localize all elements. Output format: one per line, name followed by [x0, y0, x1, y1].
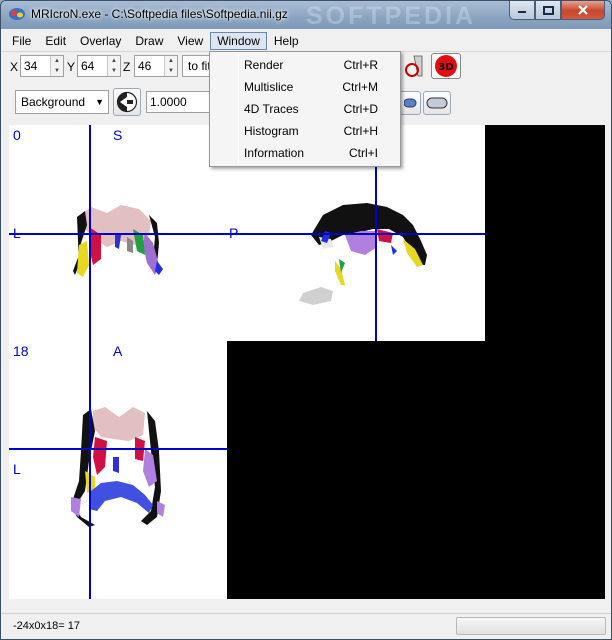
menu-window[interactable]: Window — [210, 32, 267, 50]
close-icon — [578, 5, 588, 15]
app-window: MRIcroN.exe - C:\Softpedia files\Softped… — [0, 0, 612, 640]
crosshair-horizontal — [9, 233, 227, 235]
render-3d-button[interactable]: 3D — [431, 53, 461, 79]
title-bar[interactable]: MRIcroN.exe - C:\Softpedia files\Softped… — [1, 1, 611, 30]
status-progress-bar — [456, 617, 606, 635]
overlay-toggle-button[interactable] — [423, 91, 451, 115]
z-label: Z — [123, 60, 131, 74]
caption-buttons — [509, 1, 605, 21]
up-arrow-icon[interactable]: ▲ — [165, 56, 177, 66]
up-arrow-icon[interactable]: ▲ — [108, 56, 120, 66]
y-coordinate-input[interactable]: 64 ▲ ▼ — [77, 55, 121, 77]
menu-help[interactable]: Help — [267, 32, 306, 50]
down-arrow-icon[interactable]: ▼ — [165, 66, 177, 76]
menu-item-shortcut: Ctrl+I — [348, 146, 378, 160]
crosshair-vertical — [89, 341, 91, 599]
contrast-icon — [116, 91, 138, 113]
crosshair-horizontal — [227, 233, 485, 235]
x-spinner[interactable]: ▲ ▼ — [50, 56, 63, 76]
menu-item-shortcut: Ctrl+H — [343, 124, 378, 138]
colorbar-icon — [403, 98, 416, 108]
menu-draw[interactable]: Draw — [128, 32, 170, 50]
coronal-panel[interactable]: 0 S L — [9, 125, 227, 341]
y-spinner[interactable]: ▲ ▼ — [107, 56, 120, 76]
menu-item-label: Information — [244, 146, 305, 160]
menu-item-render[interactable]: Render Ctrl+R — [210, 54, 400, 76]
image-viewer[interactable]: 0 S L P — [9, 125, 605, 599]
up-arrow-icon[interactable]: ▲ — [51, 56, 63, 66]
pill-icon — [426, 97, 448, 109]
anterior-orientation-label: A — [113, 343, 123, 359]
left-orientation-label: L — [13, 461, 21, 477]
down-arrow-icon[interactable]: ▼ — [51, 66, 63, 76]
watermark: SOFTPEDIA — [306, 2, 477, 30]
zoom-value: to fit — [188, 59, 211, 73]
menu-item-information[interactable]: Information Ctrl+I — [210, 142, 400, 164]
y-label: Y — [67, 60, 76, 74]
minimize-icon — [518, 11, 526, 13]
colorbar-button[interactable] — [401, 91, 421, 115]
mricron-app-icon — [9, 8, 25, 20]
status-text: -24x0x18= 17 — [13, 620, 80, 632]
brain-slice-axial — [71, 405, 165, 531]
contrast-button[interactable] — [113, 88, 141, 116]
zoom-select[interactable]: to fit — [182, 55, 212, 77]
menu-item-label: 4D Traces — [244, 102, 299, 116]
menu-item-shortcut: Ctrl+R — [343, 58, 378, 72]
x-value: 34 — [24, 59, 38, 73]
z-spinner[interactable]: ▲ ▼ — [164, 56, 177, 76]
opacity-value: 1.0000 — [150, 95, 187, 109]
crosshair-horizontal — [9, 448, 227, 450]
maximize-button[interactable] — [535, 1, 561, 20]
slice-number-label: 18 — [13, 343, 29, 359]
menu-view[interactable]: View — [170, 32, 210, 50]
menu-item-label: Multislice — [244, 80, 294, 94]
status-bar: -24x0x18= 17 — [1, 613, 611, 639]
render-3d-icon: 3D — [435, 55, 457, 77]
menu-item-histogram[interactable]: Histogram Ctrl+H — [210, 120, 400, 142]
menu-bar: File Edit Overlay Draw View Window Help — [1, 30, 611, 52]
menu-item-multislice[interactable]: Multislice Ctrl+M — [210, 76, 400, 98]
window-title: MRIcroN.exe - C:\Softpedia files\Softped… — [31, 7, 288, 21]
opacity-input[interactable]: 1.0000 — [146, 91, 212, 113]
svg-text:3D: 3D — [438, 62, 453, 73]
layer-select[interactable]: Background ▼ — [15, 90, 109, 114]
slice-number-label: 0 — [13, 127, 21, 143]
close-button[interactable] — [561, 1, 605, 20]
chevron-down-icon: ▼ — [95, 97, 104, 107]
superior-orientation-label: S — [113, 127, 123, 143]
minimize-button[interactable] — [509, 1, 535, 20]
menu-edit[interactable]: Edit — [38, 32, 73, 50]
down-arrow-icon[interactable]: ▼ — [108, 66, 120, 76]
z-value: 46 — [138, 59, 152, 73]
draw-tool-button[interactable] — [401, 53, 427, 79]
menu-file[interactable]: File — [5, 32, 38, 50]
menu-item-4d-traces[interactable]: 4D Traces Ctrl+D — [210, 98, 400, 120]
x-label: X — [10, 60, 19, 74]
menu-item-shortcut: Ctrl+M — [342, 80, 378, 94]
menu-overlay[interactable]: Overlay — [73, 32, 128, 50]
menu-item-shortcut: Ctrl+D — [343, 102, 378, 116]
menu-item-label: Histogram — [244, 124, 299, 138]
x-coordinate-input[interactable]: 34 ▲ ▼ — [20, 55, 64, 77]
layer-select-value: Background — [21, 95, 86, 109]
menu-item-label: Render — [244, 58, 284, 72]
y-value: 64 — [81, 59, 95, 73]
maximize-icon — [542, 5, 554, 15]
window-menu-dropdown: Render Ctrl+R Multislice Ctrl+M 4D Trace… — [209, 51, 401, 167]
z-coordinate-input[interactable]: 46 ▲ ▼ — [134, 55, 178, 77]
pen-icon — [405, 55, 423, 77]
axial-panel[interactable]: 18 A L — [9, 341, 227, 599]
